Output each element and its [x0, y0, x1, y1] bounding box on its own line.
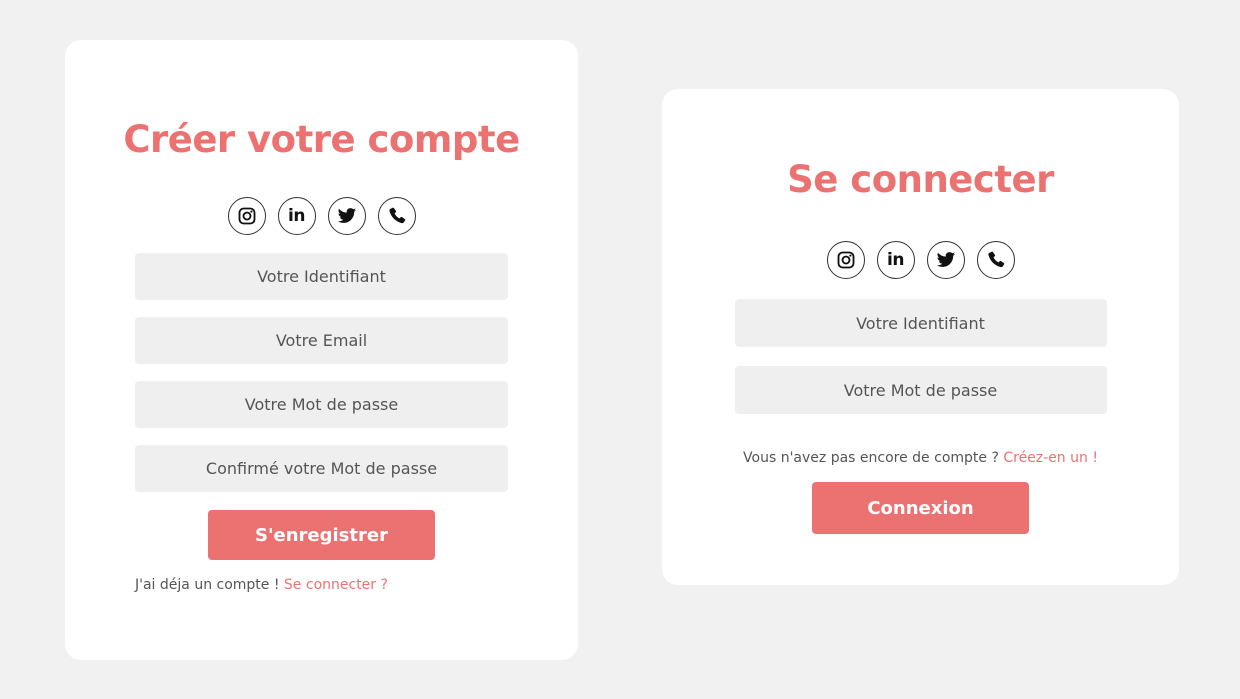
page: Créer votre compte in Votre Identifiant …: [0, 0, 1240, 699]
login-phone-button[interactable]: [976, 241, 1015, 279]
login-title: Se connecter: [787, 158, 1054, 201]
login-social-links: in: [826, 241, 1015, 279]
register-footer-text: J'ai déja un compte !: [135, 577, 284, 593]
linkedin-icon: in: [887, 249, 904, 270]
login-card: Se connecter in Votre Identifiant Vous n…: [662, 89, 1179, 585]
login-linkedin-button[interactable]: in: [876, 241, 915, 279]
register-submit-button[interactable]: S'enregistrer: [208, 510, 435, 560]
register-phone-button[interactable]: [377, 197, 416, 235]
login-password-input[interactable]: [734, 366, 1107, 414]
twitter-icon: [936, 252, 955, 267]
instagram-icon: [238, 207, 255, 225]
login-twitter-button[interactable]: [926, 241, 965, 279]
register-password-input[interactable]: [135, 381, 508, 428]
register-instagram-button[interactable]: [227, 197, 266, 235]
register-linkedin-button[interactable]: in: [277, 197, 316, 235]
login-username-input[interactable]: [734, 299, 1107, 347]
register-footer: J'ai déja un compte ! Se connecter ?: [135, 577, 388, 593]
twitter-icon: [337, 208, 356, 223]
linkedin-icon: in: [288, 205, 305, 226]
register-title: Créer votre compte: [123, 118, 520, 161]
instagram-icon: [837, 251, 854, 269]
register-social-links: in: [227, 197, 416, 235]
create-account-link[interactable]: Créez-en un !: [1003, 450, 1098, 466]
login-link[interactable]: Se connecter ?: [284, 577, 388, 593]
register-confirm-password-input[interactable]: [135, 445, 508, 492]
register-username-input[interactable]: [135, 253, 508, 300]
register-email-input[interactable]: [135, 317, 508, 364]
phone-icon: [987, 251, 1004, 268]
register-card: Créer votre compte in Votre Identifiant …: [65, 40, 578, 660]
login-instagram-button[interactable]: [826, 241, 865, 279]
phone-icon: [388, 207, 405, 224]
login-footer: Vous n'avez pas encore de compte ? Créez…: [743, 450, 1098, 466]
login-fields: [734, 299, 1107, 414]
login-footer-text: Vous n'avez pas encore de compte ?: [743, 450, 1004, 466]
login-submit-button[interactable]: Connexion: [812, 482, 1029, 534]
register-fields: [135, 253, 508, 492]
register-twitter-button[interactable]: [327, 197, 366, 235]
